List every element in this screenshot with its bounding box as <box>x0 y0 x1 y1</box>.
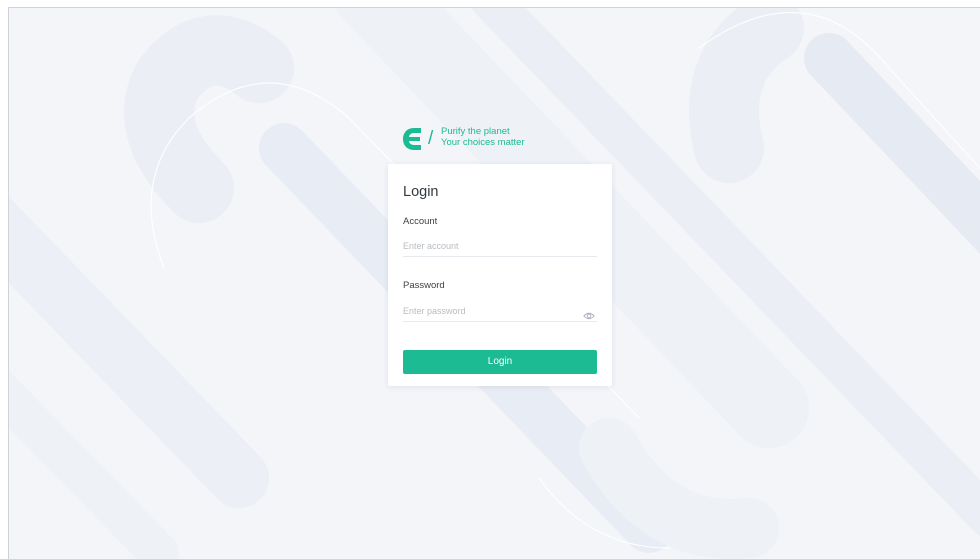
brand-tagline: Purify the planet Your choices matter <box>441 126 525 148</box>
brand-slash: / <box>428 128 434 149</box>
password-label: Password <box>403 280 445 291</box>
account-input[interactable] <box>403 236 597 257</box>
e-leaf-logo-icon <box>403 128 421 150</box>
eye-icon[interactable] <box>583 311 595 321</box>
tagline-line-2: Your choices matter <box>441 137 525 148</box>
login-title: Login <box>403 184 439 200</box>
login-card: Login Account Password Login <box>388 164 612 386</box>
account-label: Account <box>403 216 438 227</box>
password-input[interactable] <box>403 301 597 322</box>
page-background: / Purify the planet Your choices matter … <box>8 7 980 559</box>
login-button[interactable]: Login <box>403 350 597 374</box>
tagline-line-1: Purify the planet <box>441 126 510 137</box>
brand-header: / Purify the planet Your choices matter <box>402 126 552 156</box>
